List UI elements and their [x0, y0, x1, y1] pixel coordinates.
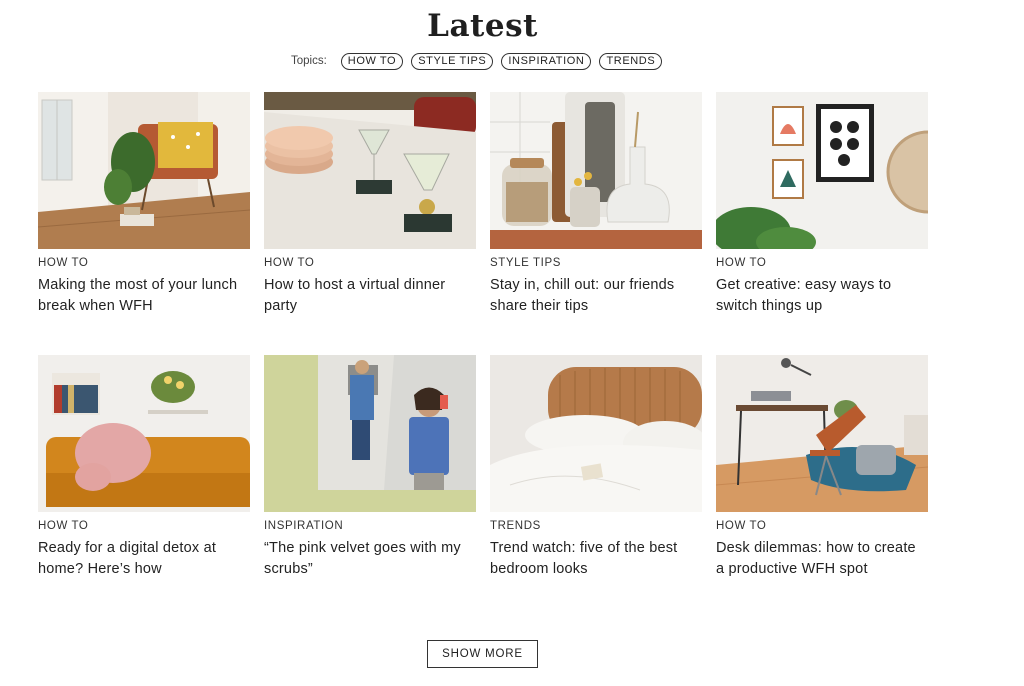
article-category: HOW TO — [38, 520, 89, 532]
article-card[interactable]: STYLE TIPS Stay in, chill out: our frien… — [490, 92, 702, 316]
article-category: HOW TO — [264, 257, 315, 269]
topics-label: Topics: — [291, 55, 327, 67]
section-title: Latest — [427, 8, 538, 44]
article-category: HOW TO — [38, 257, 89, 269]
article-image-nurse[interactable] — [264, 355, 476, 512]
article-category: TRENDS — [490, 520, 541, 532]
article-headline[interactable]: Stay in, chill out: our friends share th… — [490, 275, 702, 316]
article-image-wall-art[interactable] — [716, 92, 928, 249]
topic-chip-how-to[interactable]: HOW TO — [340, 52, 404, 70]
article-category: INSPIRATION — [264, 520, 344, 532]
article-image-armchair-room[interactable] — [38, 92, 250, 249]
article-card[interactable]: HOW TO Desk dilemmas: how to create a pr… — [716, 355, 928, 579]
article-headline[interactable]: Ready for a digital detox at home? Here’… — [38, 538, 250, 579]
article-card[interactable]: HOW TO Ready for a digital detox at home… — [38, 355, 250, 579]
article-card[interactable]: HOW TO Making the most of your lunch bre… — [38, 92, 250, 316]
article-image-dinner-table[interactable] — [264, 92, 476, 249]
topic-chip-inspiration[interactable]: INSPIRATION — [501, 52, 592, 70]
article-image-bedroom[interactable] — [490, 355, 702, 512]
article-headline[interactable]: “The pink velvet goes with my scrubs” — [264, 538, 476, 579]
article-card[interactable]: INSPIRATION “The pink velvet goes with m… — [264, 355, 476, 579]
article-image-desk[interactable] — [716, 355, 928, 512]
article-headline[interactable]: Making the most of your lunch break when… — [38, 275, 250, 316]
article-image-orange-sofa[interactable] — [38, 355, 250, 512]
topics-filter: Topics: HOW TO STYLE TIPS INSPIRATION TR… — [291, 52, 663, 70]
article-image-jars-vase[interactable] — [490, 92, 702, 249]
topic-chip-style-tips[interactable]: STYLE TIPS — [411, 52, 494, 70]
show-more-button[interactable]: SHOW MORE — [427, 640, 538, 668]
topic-chip-trends[interactable]: TRENDS — [599, 52, 663, 70]
article-category: HOW TO — [716, 257, 767, 269]
article-card[interactable]: TRENDS Trend watch: five of the best bed… — [490, 355, 702, 579]
article-card[interactable]: HOW TO How to host a virtual dinner part… — [264, 92, 476, 316]
article-category: STYLE TIPS — [490, 257, 561, 269]
article-category: HOW TO — [716, 520, 767, 532]
article-card[interactable]: HOW TO Get creative: easy ways to switch… — [716, 92, 928, 316]
article-headline[interactable]: Trend watch: five of the best bedroom lo… — [490, 538, 702, 579]
article-headline[interactable]: How to host a virtual dinner party — [264, 275, 476, 316]
article-headline[interactable]: Get creative: easy ways to switch things… — [716, 275, 928, 316]
article-headline[interactable]: Desk dilemmas: how to create a productiv… — [716, 538, 928, 579]
